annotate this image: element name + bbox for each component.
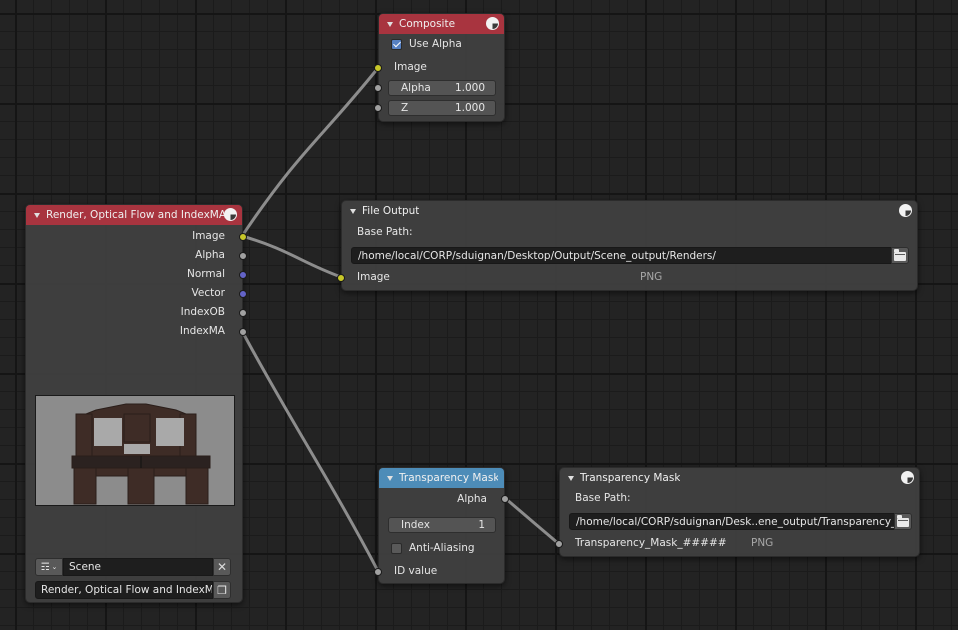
output-label-vector: Vector (191, 287, 225, 299)
render-layer-dropdown[interactable]: Render, Optical Flow and IndexMA.. ⌄ (35, 581, 213, 599)
output-socket-indexma[interactable] (239, 328, 247, 336)
render-preview-icon[interactable] (899, 204, 912, 217)
close-icon: ✕ (216, 560, 228, 574)
folder-icon (897, 515, 909, 527)
id-mask-node-header[interactable]: Transparency Mask.. (379, 468, 504, 488)
render-preview-icon[interactable] (901, 471, 914, 484)
base-path-label: Base Path: (357, 226, 413, 238)
node-title: Transparency Mask.. (399, 472, 498, 484)
copy-layer-icon: ❐ (217, 583, 227, 597)
output-label-image: Image (192, 230, 225, 242)
field-label: Index (401, 519, 430, 531)
field-value: 1.000 (454, 102, 485, 114)
composite-z-field[interactable]: Z 1.000 (388, 100, 496, 116)
file-output-node-header[interactable]: File Output (342, 201, 917, 221)
output-label-indexma: IndexMA (179, 325, 225, 337)
output-socket-vector[interactable] (239, 290, 247, 298)
id-value-input-socket[interactable] (374, 568, 382, 576)
file-output-image-input-socket[interactable] (337, 274, 345, 282)
scene-selector[interactable]: ☶ ⌄ Scene ✕ (35, 558, 231, 576)
link-indexma-to-id-mask[interactable] (240, 329, 380, 573)
file-output-format: PNG (640, 271, 663, 283)
file-output-node[interactable]: File Output Base Path: /home/local/CORP/… (337, 200, 918, 291)
render-layers-node-header[interactable]: Render, Optical Flow and IndexMA (26, 205, 242, 225)
mask-output-input-label: Transparency_Mask_##### (575, 537, 727, 549)
output-socket-alpha[interactable] (239, 252, 247, 260)
composite-alpha-field[interactable]: Alpha 1.000 (388, 80, 496, 96)
render-layer-selector[interactable]: Render, Optical Flow and IndexMA.. ⌄ ❐ (35, 581, 231, 599)
composite-image-label: Image (394, 61, 427, 73)
node-title: Transparency Mask (580, 472, 681, 484)
file-output-input-label: Image (357, 271, 390, 283)
node-title: Composite (399, 18, 456, 30)
output-socket-indexob[interactable] (239, 309, 247, 317)
scene-browse-button[interactable]: ☶ ⌄ (35, 558, 63, 576)
browse-folder-button[interactable] (891, 247, 909, 264)
render-layers-node[interactable]: Render, Optical Flow and IndexMA Image A… (25, 204, 247, 603)
base-path-input[interactable]: /home/local/CORP/sduignan/Desk..ene_outp… (569, 513, 895, 530)
field-label: Alpha (401, 82, 431, 94)
scene-name-value: Scene (69, 561, 102, 573)
composite-image-input-socket[interactable] (374, 64, 382, 72)
id-mask-node[interactable]: Transparency Mask.. Alpha Index 1 Anti-A… (374, 467, 509, 584)
id-mask-alpha-output-label: Alpha (457, 493, 487, 505)
render-layer-value: Render, Optical Flow and IndexMA.. (41, 584, 213, 596)
index-field[interactable]: Index 1 (388, 517, 496, 533)
chevron-down-icon: ⌄ (51, 563, 58, 571)
collapse-arrow-icon[interactable] (350, 209, 356, 214)
composite-node[interactable]: Composite Use Alpha Image Alpha 1.000 Z … (374, 13, 505, 122)
render-preview-icon[interactable] (224, 208, 237, 221)
output-socket-image[interactable] (239, 233, 247, 241)
output-label-normal: Normal (187, 268, 225, 280)
render-preview-image (35, 395, 235, 506)
use-alpha-checkbox[interactable] (391, 39, 402, 50)
folder-icon (894, 249, 906, 261)
collapse-arrow-icon[interactable] (387, 476, 393, 481)
desk-preview-graphic (71, 403, 211, 505)
collapse-arrow-icon[interactable] (34, 213, 40, 218)
render-preview-icon[interactable] (486, 17, 499, 30)
scene-clear-button[interactable]: ✕ (213, 558, 231, 576)
node-title: Render, Optical Flow and IndexMA (46, 209, 227, 221)
output-socket-normal[interactable] (239, 271, 247, 279)
mask-file-output-node[interactable]: Transparency Mask Base Path: /home/local… (555, 467, 920, 557)
output-label-alpha: Alpha (195, 249, 225, 261)
link-image-to-file-output[interactable] (240, 234, 343, 279)
use-alpha-label: Use Alpha (409, 38, 462, 50)
output-label-indexob: IndexOB (180, 306, 225, 318)
id-value-label: ID value (394, 565, 438, 577)
scene-name-field[interactable]: Scene (63, 558, 213, 576)
field-label: Z (401, 102, 409, 114)
node-title: File Output (362, 205, 420, 217)
mask-file-output-node-header[interactable]: Transparency Mask (560, 468, 919, 488)
base-path-input[interactable]: /home/local/CORP/sduignan/Desktop/Output… (351, 247, 892, 264)
collapse-arrow-icon[interactable] (387, 22, 393, 27)
render-layer-button[interactable]: ❐ (213, 581, 231, 599)
anti-aliasing-checkbox[interactable] (391, 543, 402, 554)
mask-output-input-socket[interactable] (555, 540, 563, 548)
composite-alpha-input-socket[interactable] (374, 84, 382, 92)
id-mask-alpha-output-socket[interactable] (501, 495, 509, 503)
field-value: 1.000 (454, 82, 485, 94)
base-path-label: Base Path: (575, 492, 631, 504)
scene-icon: ☶ (40, 561, 50, 573)
link-alpha-to-mask-output[interactable] (503, 496, 561, 546)
field-value: 1 (478, 519, 485, 531)
mask-output-format: PNG (751, 537, 774, 549)
composite-z-input-socket[interactable] (374, 104, 382, 112)
collapse-arrow-icon[interactable] (568, 476, 574, 481)
browse-folder-button[interactable] (894, 513, 912, 530)
composite-node-header[interactable]: Composite (379, 14, 504, 34)
anti-aliasing-label: Anti-Aliasing (409, 542, 475, 554)
